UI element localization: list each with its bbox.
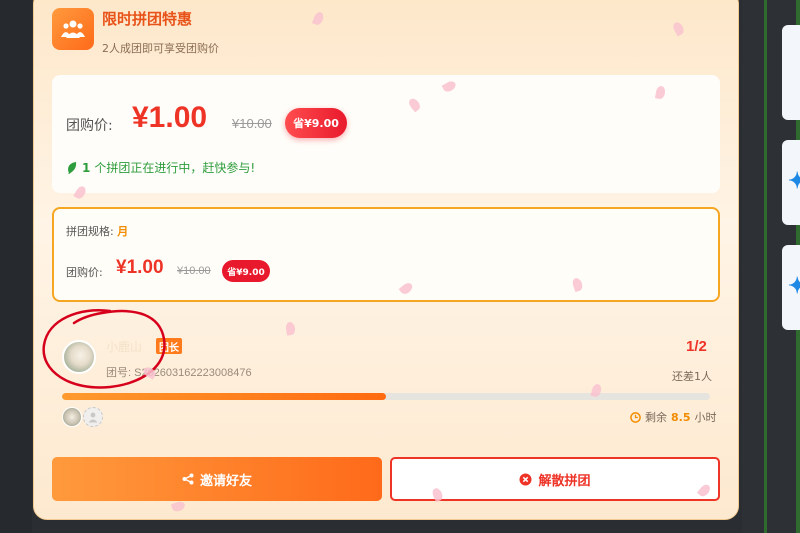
- member-avatar: [62, 407, 82, 427]
- spec-price-label: 团购价:: [66, 266, 103, 279]
- invite-label: 邀请好友: [199, 473, 252, 489]
- clock-icon: [630, 411, 641, 423]
- user-placeholder-icon: [88, 412, 98, 423]
- share-icon: [182, 473, 194, 485]
- save-badge: 省¥9.00: [285, 108, 347, 138]
- disband-label: 解散拼团: [538, 473, 591, 489]
- group-icon: [52, 8, 94, 50]
- page-title: 限时拼团特惠: [102, 10, 193, 28]
- side-card[interactable]: ✦: [782, 140, 800, 225]
- team-progress: 1/2: [686, 338, 707, 355]
- ongoing-status: 1 个拼团正在进行中，赶快参与!: [66, 159, 255, 176]
- leaf-icon: [68, 161, 77, 174]
- group-price: ¥1.00: [132, 101, 208, 134]
- page-background-left: [0, 0, 32, 533]
- progress-bar: [62, 393, 710, 400]
- spec-save-badge: 省¥9.00: [222, 260, 270, 282]
- progress-bar-fill: [62, 393, 386, 400]
- spec-price: ¥1.00: [116, 257, 164, 278]
- annotation-circle: [42, 309, 166, 389]
- price-label: 团购价:: [66, 118, 113, 134]
- spec-card[interactable]: 拼团规格: 月 团购价: ¥1.00 ¥10.00 省¥9.00: [52, 207, 720, 302]
- time-value: 8.5: [671, 410, 691, 424]
- side-card[interactable]: [782, 25, 800, 120]
- window-border: [764, 0, 767, 533]
- empty-member-slot: [83, 407, 103, 427]
- close-circle-icon: [519, 473, 532, 485]
- time-unit: 小时: [694, 411, 717, 424]
- page-subtitle: 2人成团即可享受团购价: [102, 42, 219, 55]
- ongoing-text: 个拼团正在进行中，赶快参与!: [94, 161, 256, 175]
- remaining-members: 还差1人: [672, 370, 712, 383]
- spec-original-price: ¥10.00: [177, 265, 211, 277]
- ongoing-count: 1: [82, 160, 91, 175]
- time-prefix: 剩余: [645, 411, 667, 424]
- original-price: ¥10.00: [232, 116, 272, 131]
- spec-label: 拼团规格:: [66, 225, 114, 238]
- price-card: 团购价: ¥1.00 ¥10.00 省¥9.00 1 个拼团正在进行中，赶快参与…: [52, 75, 720, 193]
- spec-value: 月: [117, 225, 129, 238]
- invite-friends-button[interactable]: 邀请好友: [52, 457, 382, 501]
- twitter-icon: ✦: [788, 273, 800, 298]
- side-card[interactable]: ✦: [782, 245, 800, 330]
- time-remaining: 剩余 8.5 小时: [630, 409, 717, 425]
- twitter-icon: ✦: [788, 168, 800, 193]
- spec-row: 拼团规格: 月: [66, 223, 128, 239]
